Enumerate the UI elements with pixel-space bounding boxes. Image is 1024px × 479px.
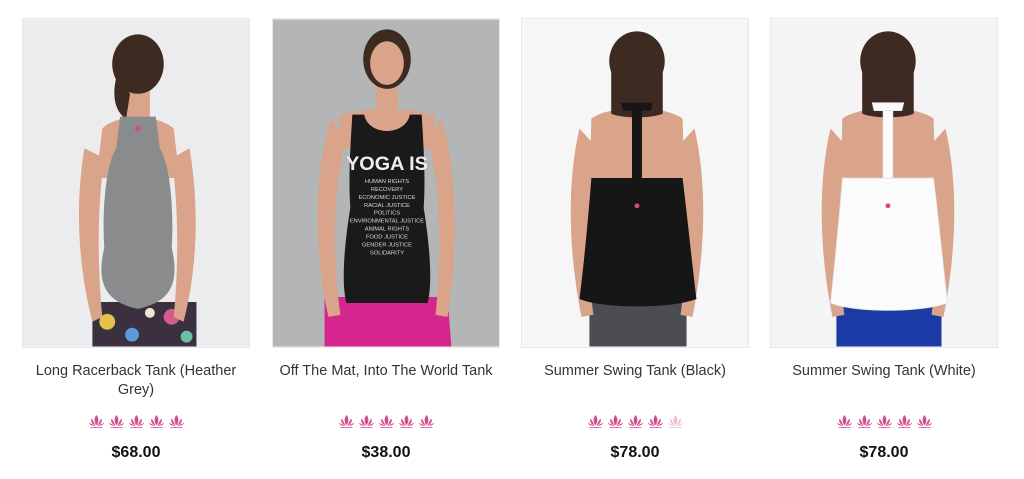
lotus-icon bbox=[88, 415, 104, 428]
lotus-icon bbox=[378, 415, 394, 428]
lotus-icon bbox=[896, 415, 912, 428]
product-card[interactable]: Long Racerback Tank (Heather Grey) $68.0… bbox=[22, 0, 252, 479]
product-title[interactable]: Summer Swing Tank (Black) bbox=[521, 362, 749, 381]
product-image[interactable]: YOGA IS HUMAN RIGHTS RECOVERY ECONOMIC J… bbox=[272, 18, 500, 348]
lotus-icon bbox=[108, 415, 124, 428]
tank-graphic-line: HUMAN RIGHTS bbox=[365, 179, 409, 185]
product-rating bbox=[770, 413, 998, 429]
product-photo-3 bbox=[771, 19, 997, 347]
lotus-icon bbox=[398, 415, 414, 428]
lotus-icon bbox=[128, 415, 144, 428]
product-photo-2 bbox=[522, 19, 748, 347]
lotus-icon bbox=[148, 415, 164, 428]
product-price: $38.00 bbox=[361, 444, 411, 461]
product-image[interactable] bbox=[521, 18, 749, 348]
tank-graphic-line: ECONOMIC JUSTICE bbox=[358, 195, 415, 201]
tank-graphic-line: GENDER JUSTICE bbox=[362, 242, 412, 248]
product-title[interactable]: Long Racerback Tank (Heather Grey) bbox=[22, 362, 250, 400]
tank-graphic-line: FOOD JUSTICE bbox=[366, 235, 408, 241]
product-card[interactable]: Summer Swing Tank (White) $78.00 bbox=[770, 0, 1000, 479]
tank-graphic-line: POLITICS bbox=[374, 211, 400, 217]
tank-graphic-line: ANIMAL RIGHTS bbox=[365, 227, 410, 233]
tank-graphic-line: RACIAL JUSTICE bbox=[364, 203, 410, 209]
product-title[interactable]: Summer Swing Tank (White) bbox=[770, 362, 998, 381]
lotus-icon bbox=[856, 415, 872, 428]
lotus-icon bbox=[418, 415, 434, 428]
lotus-icon bbox=[647, 415, 663, 428]
product-rating bbox=[521, 413, 749, 429]
product-title[interactable]: Off The Mat, Into The World Tank bbox=[272, 362, 500, 381]
product-price: $78.00 bbox=[610, 444, 660, 461]
product-image[interactable] bbox=[22, 18, 250, 348]
product-rating bbox=[22, 413, 250, 429]
product-image[interactable] bbox=[770, 18, 998, 348]
product-photo-1: YOGA IS HUMAN RIGHTS RECOVERY ECONOMIC J… bbox=[273, 19, 499, 347]
tank-graphic-line: ENVIRONMENTAL JUSTICE bbox=[350, 219, 424, 225]
lotus-icon bbox=[607, 415, 623, 428]
product-photo-0 bbox=[23, 19, 249, 347]
lotus-icon bbox=[916, 415, 932, 428]
lotus-icon bbox=[168, 415, 184, 428]
product-card[interactable]: Summer Swing Tank (Black) $78.00 bbox=[521, 0, 751, 479]
product-price: $68.00 bbox=[111, 444, 161, 461]
product-grid: Long Racerback Tank (Heather Grey) $68.0… bbox=[0, 0, 1024, 479]
lotus-icon bbox=[836, 415, 852, 428]
product-price: $78.00 bbox=[859, 444, 909, 461]
tank-graphic-line: RECOVERY bbox=[371, 187, 403, 193]
product-card[interactable]: YOGA IS HUMAN RIGHTS RECOVERY ECONOMIC J… bbox=[272, 0, 502, 479]
product-rating bbox=[272, 413, 500, 429]
lotus-icon bbox=[358, 415, 374, 428]
lotus-icon bbox=[876, 415, 892, 428]
lotus-icon bbox=[627, 415, 643, 428]
tank-graphic-line: SOLIDARITY bbox=[370, 250, 404, 256]
tank-graphic-headline: YOGA IS bbox=[346, 153, 428, 175]
lotus-icon-half bbox=[667, 415, 683, 428]
lotus-icon bbox=[338, 415, 354, 428]
lotus-icon bbox=[587, 415, 603, 428]
